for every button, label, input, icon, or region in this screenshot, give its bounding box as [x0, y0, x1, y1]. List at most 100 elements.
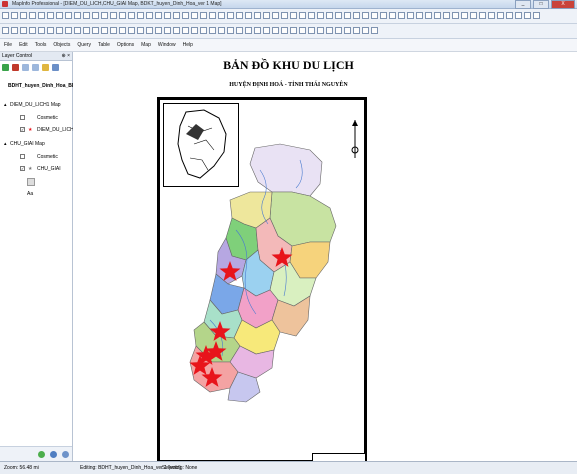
toolbar-tool-icon[interactable]: [182, 12, 189, 19]
drawing-tool-icon[interactable]: [317, 27, 324, 34]
ok-icon[interactable]: [38, 451, 45, 458]
layer-label[interactable]: Cosmetic: [37, 115, 58, 121]
menu-tools[interactable]: Tools: [35, 42, 47, 48]
drawing-tool-icon[interactable]: [335, 27, 342, 34]
toolbar-tool-icon[interactable]: [119, 12, 126, 19]
toolbar-tool-icon[interactable]: [245, 12, 252, 19]
toolbar-tool-icon[interactable]: [497, 12, 504, 19]
drawing-tool-icon[interactable]: [164, 27, 171, 34]
drawing-tool-icon[interactable]: [254, 27, 261, 34]
minimize-button[interactable]: _: [515, 0, 531, 9]
menu-file[interactable]: File: [4, 42, 12, 48]
toolbar-tool-icon[interactable]: [290, 12, 297, 19]
toolbar-tool-icon[interactable]: [236, 12, 243, 19]
layer-checkbox[interactable]: [20, 115, 25, 120]
toolbar-tool-icon[interactable]: [461, 12, 468, 19]
help-icon[interactable]: [62, 451, 69, 458]
toolbar-tool-icon[interactable]: [272, 12, 279, 19]
drawing-tool-icon[interactable]: [56, 27, 63, 34]
toolbar-tool-icon[interactable]: [317, 12, 324, 19]
drawing-tool-icon[interactable]: [362, 27, 369, 34]
toolbar-tool-icon[interactable]: [380, 12, 387, 19]
toolbar-tool-icon[interactable]: [362, 12, 369, 19]
drawing-tool-icon[interactable]: [245, 27, 252, 34]
layer-label[interactable]: Cosmetic: [37, 154, 58, 160]
drawing-tool-icon[interactable]: [83, 27, 90, 34]
toolbar-tool-icon[interactable]: [488, 12, 495, 19]
drawing-tool-icon[interactable]: [308, 27, 315, 34]
toolbar-tool-icon[interactable]: [524, 12, 531, 19]
maximize-button[interactable]: □: [533, 0, 549, 9]
menu-query[interactable]: Query: [77, 42, 91, 48]
tourist-site-star-icon[interactable]: [219, 261, 241, 281]
drawing-tool-icon[interactable]: [110, 27, 117, 34]
menu-edit[interactable]: Edit: [19, 42, 28, 48]
drawing-tool-icon[interactable]: [236, 27, 243, 34]
toolbar-tool-icon[interactable]: [65, 12, 72, 19]
toolbar-tool-icon[interactable]: [29, 12, 36, 19]
toolbar-tool-icon[interactable]: [47, 12, 54, 19]
drawing-tool-icon[interactable]: [74, 27, 81, 34]
layer-checkbox[interactable]: ✓: [20, 127, 25, 132]
toolbar-tool-icon[interactable]: [389, 12, 396, 19]
drawing-tool-icon[interactable]: [209, 27, 216, 34]
menu-objects[interactable]: Objects: [53, 42, 70, 48]
drawing-tool-icon[interactable]: [38, 27, 45, 34]
menu-map[interactable]: Map: [141, 42, 151, 48]
toolbar-tool-icon[interactable]: [281, 12, 288, 19]
menu-options[interactable]: Options: [117, 42, 134, 48]
drawing-tool-icon[interactable]: [191, 27, 198, 34]
toolbar-tool-icon[interactable]: [191, 12, 198, 19]
close-button[interactable]: X: [551, 0, 575, 9]
toolbar-tool-icon[interactable]: [425, 12, 432, 19]
layer-checkbox[interactable]: [20, 154, 25, 159]
toolbar-tool-icon[interactable]: [110, 12, 117, 19]
toolbar-tool-icon[interactable]: [155, 12, 162, 19]
drawing-tool-icon[interactable]: [281, 27, 288, 34]
drawing-tool-icon[interactable]: [146, 27, 153, 34]
drawing-tool-icon[interactable]: [326, 27, 333, 34]
drawing-tool-icon[interactable]: [173, 27, 180, 34]
drawing-tool-icon[interactable]: [353, 27, 360, 34]
drawing-tool-icon[interactable]: [299, 27, 306, 34]
drawing-tool-icon[interactable]: [218, 27, 225, 34]
drawing-tool-icon[interactable]: [29, 27, 36, 34]
drawing-tool-icon[interactable]: [227, 27, 234, 34]
toolbar-tool-icon[interactable]: [128, 12, 135, 19]
toolbar-tool-icon[interactable]: [92, 12, 99, 19]
toolbar-tool-icon[interactable]: [452, 12, 459, 19]
tourist-site-star-icon[interactable]: [271, 247, 293, 267]
layer-label[interactable]: DIEM_DU_LICH1: [37, 127, 76, 133]
drawing-tool-icon[interactable]: [20, 27, 27, 34]
toolbar-tool-icon[interactable]: [218, 12, 225, 19]
toolbar-tool-icon[interactable]: [137, 12, 144, 19]
toolbar-tool-icon[interactable]: [56, 12, 63, 19]
toolbar-tool-icon[interactable]: [164, 12, 171, 19]
toolbar-tool-icon[interactable]: [83, 12, 90, 19]
drawing-tool-icon[interactable]: [263, 27, 270, 34]
toolbar-tool-icon[interactable]: [200, 12, 207, 19]
toolbar-tool-icon[interactable]: [416, 12, 423, 19]
expand-icon[interactable]: ▴: [4, 102, 7, 108]
toolbar-tool-icon[interactable]: [263, 12, 270, 19]
drawing-tool-icon[interactable]: [101, 27, 108, 34]
toolbar-tool-icon[interactable]: [515, 12, 522, 19]
toolbar-tool-icon[interactable]: [407, 12, 414, 19]
toolbar-tool-icon[interactable]: [398, 12, 405, 19]
toolbar-tool-icon[interactable]: [38, 12, 45, 19]
drawing-tool-icon[interactable]: [92, 27, 99, 34]
drawing-tool-icon[interactable]: [137, 27, 144, 34]
toolbar-tool-icon[interactable]: [209, 12, 216, 19]
toolbar-tool-icon[interactable]: [254, 12, 261, 19]
drawing-tool-icon[interactable]: [371, 27, 378, 34]
drawing-tool-icon[interactable]: [182, 27, 189, 34]
toolbar-tool-icon[interactable]: [443, 12, 450, 19]
group-label[interactable]: CHU_GIAI Map: [10, 141, 45, 147]
drawing-tool-icon[interactable]: [11, 27, 18, 34]
toolbar-tool-icon[interactable]: [146, 12, 153, 19]
drawing-tool-icon[interactable]: [272, 27, 279, 34]
toolbar-tool-icon[interactable]: [11, 12, 18, 19]
expand-icon[interactable]: ▴: [4, 141, 7, 147]
drawing-tool-icon[interactable]: [344, 27, 351, 34]
drawing-tool-icon[interactable]: [290, 27, 297, 34]
